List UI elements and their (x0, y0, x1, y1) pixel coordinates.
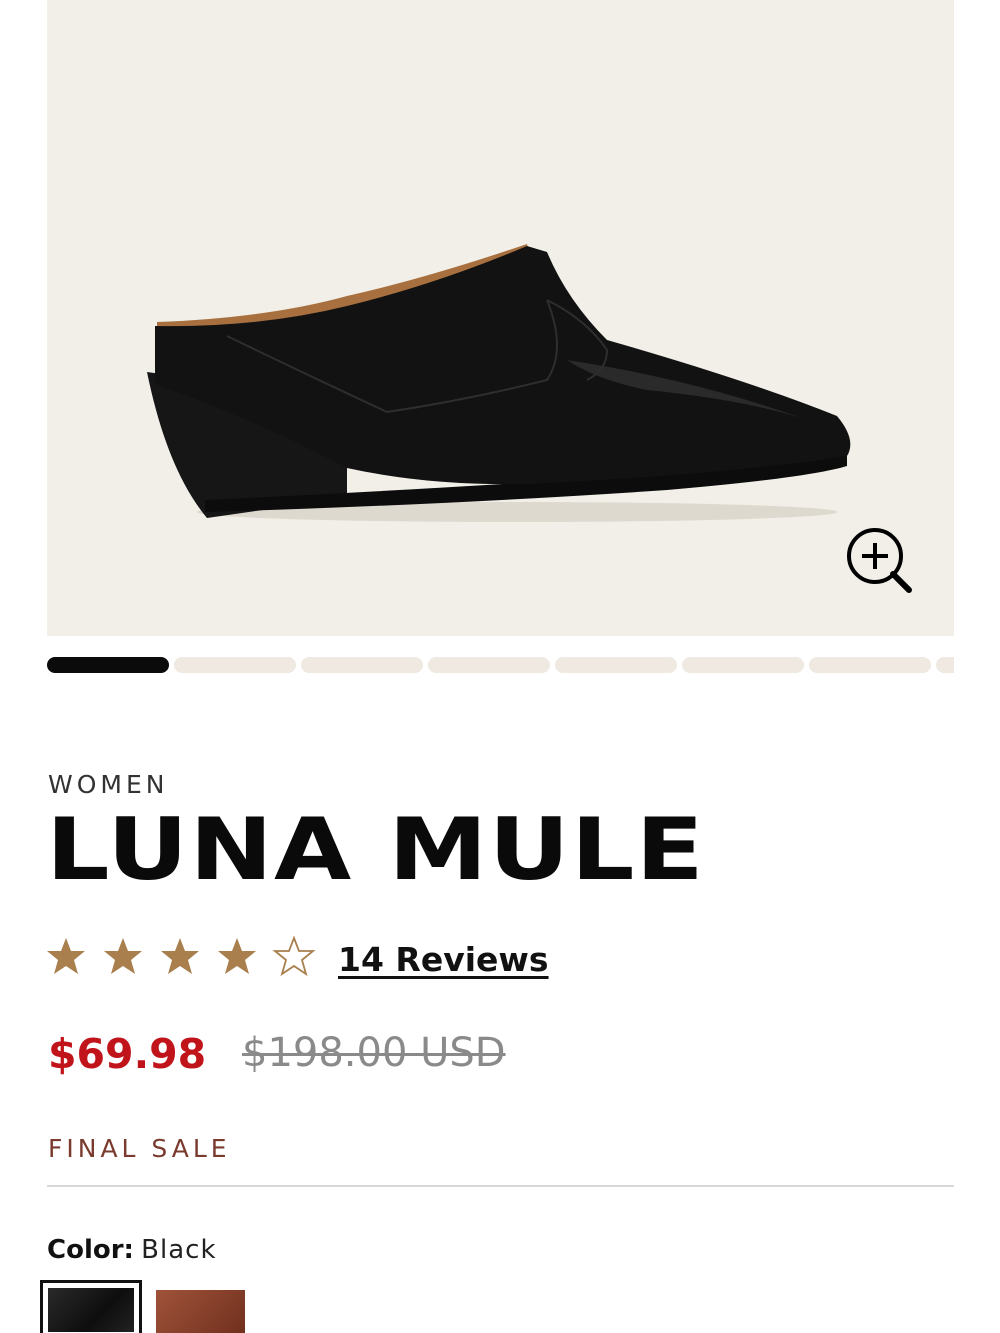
gallery-dot[interactable] (174, 657, 296, 673)
gallery-dot[interactable] (809, 657, 931, 673)
reviews-link[interactable]: 14 Reviews (338, 940, 549, 979)
zoom-in-icon[interactable] (843, 526, 915, 594)
original-price: $198.00 USD (242, 1030, 506, 1076)
color-swatch-black[interactable] (40, 1280, 142, 1333)
gallery-dot[interactable] (301, 657, 423, 673)
gallery-pagination (47, 657, 954, 673)
star-empty-icon (272, 935, 316, 977)
gallery-dot[interactable] (936, 657, 954, 673)
color-selection-label: Color: Black (47, 1234, 217, 1265)
product-image (147, 244, 851, 522)
star-filled-icon (47, 938, 85, 974)
star-filled-icon (161, 938, 199, 974)
star-filled-icon (104, 938, 142, 974)
color-value: Black (141, 1235, 217, 1265)
product-title: LUNA MULE (46, 800, 705, 900)
color-swatch-brown[interactable] (156, 1290, 245, 1333)
divider (47, 1185, 954, 1187)
final-sale-badge: FINAL SALE (48, 1134, 231, 1163)
product-image-gallery[interactable] (47, 0, 954, 636)
product-category: WOMEN (48, 770, 169, 799)
sale-price: $69.98 (48, 1030, 207, 1078)
gallery-dot[interactable] (682, 657, 804, 673)
swatch-image (48, 1288, 134, 1332)
star-filled-icon (218, 938, 256, 974)
gallery-dot[interactable] (555, 657, 677, 673)
gallery-dot[interactable] (428, 657, 550, 673)
gallery-dot[interactable] (47, 657, 169, 673)
color-label: Color: (47, 1235, 134, 1265)
